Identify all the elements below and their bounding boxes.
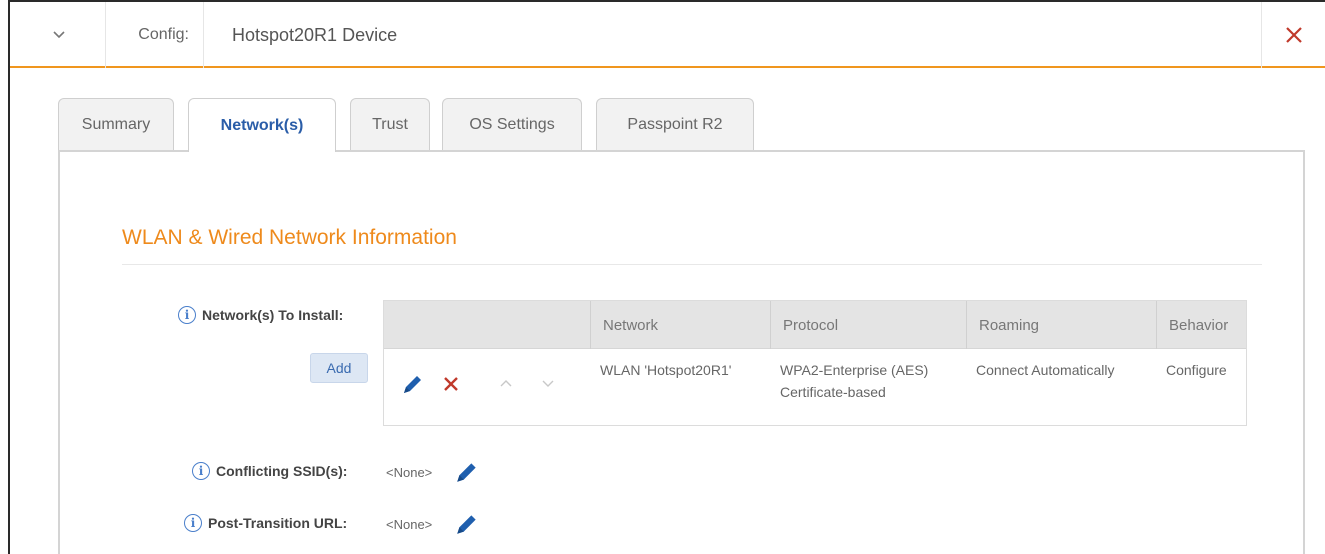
- close-icon: [1285, 27, 1302, 43]
- add-network-button[interactable]: Add: [310, 353, 368, 383]
- pencil-icon: [457, 515, 476, 534]
- delete-network-button[interactable]: [438, 371, 464, 397]
- conflicting-ssids-text: Conflicting SSID(s):: [216, 463, 348, 479]
- tab-trust[interactable]: Trust: [350, 98, 430, 150]
- network-cell: WLAN 'Hotspot20R1': [600, 362, 732, 378]
- post-transition-url-value: <None>: [386, 517, 433, 532]
- protocol-cell: WPA2-Enterprise (AES) Certificate-based: [770, 359, 966, 403]
- collapse-button[interactable]: [36, 2, 106, 68]
- tab-passpoint-r2[interactable]: Passpoint R2: [596, 98, 754, 150]
- info-icon[interactable]: i: [192, 462, 210, 480]
- config-label: Config:: [106, 2, 204, 68]
- tab-os-settings[interactable]: OS Settings: [442, 98, 582, 150]
- conflicting-ssids-value: <None>: [386, 465, 433, 480]
- pencil-icon: [404, 376, 421, 393]
- chevron-down-icon: [542, 380, 554, 387]
- info-icon[interactable]: i: [178, 306, 196, 324]
- column-header-network[interactable]: Network: [590, 301, 770, 349]
- roaming-cell: Connect Automatically: [976, 362, 1115, 378]
- config-name: Hotspot20R1 Device: [232, 24, 398, 45]
- networks-to-install-text: Network(s) To Install:: [202, 307, 344, 323]
- column-header-protocol[interactable]: Protocol: [770, 301, 966, 349]
- edit-conflicting-ssids-button[interactable]: [454, 459, 480, 490]
- behavior-cell: Configure: [1166, 362, 1227, 378]
- column-header-behavior[interactable]: Behavior: [1156, 301, 1248, 349]
- tab-networks[interactable]: Network(s): [188, 98, 336, 152]
- config-header: Config: Hotspot20R1 Device: [10, 2, 1325, 68]
- protocol-line-2: Certificate-based: [780, 384, 886, 400]
- section-divider: [122, 264, 1262, 265]
- protocol-line-1: WPA2-Enterprise (AES): [780, 362, 929, 378]
- delete-icon: [444, 377, 458, 391]
- chevron-up-icon: [500, 380, 512, 387]
- edit-post-transition-url-button[interactable]: [454, 511, 480, 542]
- table-header: Network Protocol Roaming Behavior: [384, 301, 1246, 349]
- post-transition-url-text: Post-Transition URL:: [208, 515, 348, 531]
- move-down-button[interactable]: [536, 371, 560, 395]
- networks-table: Network Protocol Roaming Behavior WLAN '…: [383, 300, 1247, 426]
- close-button[interactable]: [1261, 2, 1325, 68]
- edit-network-button[interactable]: [400, 371, 426, 397]
- section-title: WLAN & Wired Network Information: [122, 226, 457, 249]
- networks-to-install-label: i Network(s) To Install:: [178, 306, 343, 324]
- move-up-button[interactable]: [494, 371, 518, 395]
- pencil-icon: [457, 463, 476, 482]
- tab-summary[interactable]: Summary: [58, 98, 174, 150]
- column-header-roaming[interactable]: Roaming: [966, 301, 1156, 349]
- post-transition-url-label: i Post-Transition URL:: [184, 514, 347, 532]
- info-icon[interactable]: i: [184, 514, 202, 532]
- chevron-down-icon: [53, 31, 65, 39]
- conflicting-ssids-label: i Conflicting SSID(s):: [192, 462, 347, 480]
